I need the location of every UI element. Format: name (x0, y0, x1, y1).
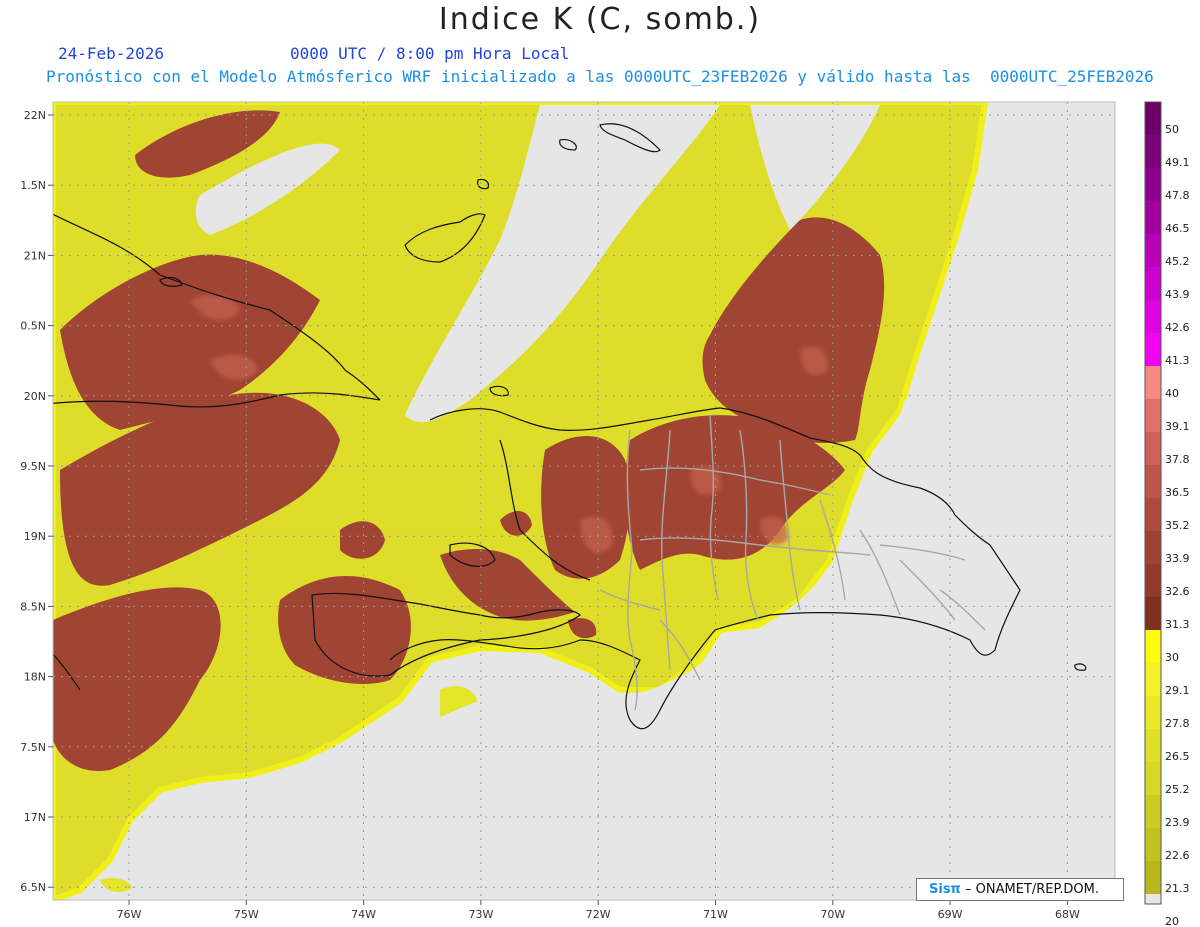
brown-area-haiti-central (541, 436, 631, 579)
colorbar-swatch (1145, 762, 1161, 795)
lon-label: 68W (1055, 908, 1080, 921)
longitude-labels: 76W 75W 74W 73W 72W 71W 70W 69W 68W (117, 900, 1080, 921)
lat-label: 18N (24, 671, 46, 684)
colorbar-swatch (1145, 531, 1161, 564)
colorbar-below-range (1145, 894, 1161, 904)
lat-label: 8.5N (20, 600, 46, 613)
colorbar-swatch (1145, 630, 1161, 663)
colorbar-label: 39.1 (1165, 420, 1190, 433)
lat-label: 17N (24, 811, 46, 824)
colorbar-swatch (1145, 102, 1161, 135)
lat-label: 7.5N (20, 741, 46, 754)
credit-box: Sisπ – ONAMET/REP.DOM. (916, 878, 1124, 901)
lat-label: 22N (24, 109, 46, 122)
credit-separator: – (964, 882, 972, 897)
colorbar-swatch (1145, 795, 1161, 828)
lon-label: 74W (351, 908, 376, 921)
lon-label: 69W (938, 908, 963, 921)
colorbar-label: 20 (1165, 915, 1179, 927)
credit-org: ONAMET/REP.DOM. (975, 882, 1100, 897)
colorbar-swatch (1145, 564, 1161, 597)
colorbar-swatch (1145, 663, 1161, 696)
colorbar-swatch (1145, 861, 1161, 894)
colorbar-swatch (1145, 135, 1161, 168)
lon-label: 75W (234, 908, 259, 921)
colorbar-swatch (1145, 399, 1161, 432)
colorbar-label: 32.6 (1165, 585, 1190, 598)
colorbar-label: 41.3 (1165, 354, 1190, 367)
colorbar-swatch (1145, 696, 1161, 729)
lat-label: 6.5N (20, 881, 46, 894)
lat-label: 19N (24, 530, 46, 543)
lat-label: 0.5N (20, 320, 46, 333)
colorbar-label: 33.9 (1165, 552, 1190, 565)
colorbar-label: 50 (1165, 123, 1179, 136)
colorbar-label: 26.5 (1165, 750, 1190, 763)
lon-label: 73W (468, 908, 493, 921)
colorbar-label: 23.9 (1165, 816, 1190, 829)
lat-label: 1.5N (20, 179, 46, 192)
colorbar-swatch (1145, 729, 1161, 762)
colorbar-swatch (1145, 300, 1161, 333)
color-bar: 50 49.1 47.8 46.5 45.2 43.9 42.6 41.3 40 39.1 37.8… (1144, 101, 1190, 927)
colorbar-label: 36.5 (1165, 486, 1190, 499)
lon-label: 72W (586, 908, 611, 921)
colorbar-label: 29.1 (1165, 684, 1190, 697)
colorbar-label: 45.2 (1165, 255, 1190, 268)
colorbar-label: 25.2 (1165, 783, 1190, 796)
colorbar-swatch (1145, 432, 1161, 465)
colorbar-swatch (1145, 267, 1161, 300)
colorbar-label: 22.6 (1165, 849, 1190, 862)
colorbar-label: 35.2 (1165, 519, 1190, 532)
lat-label: 20N (24, 390, 46, 403)
colorbar-swatch (1145, 366, 1161, 399)
colorbar-swatch (1145, 597, 1161, 630)
colorbar-swatch (1145, 168, 1161, 201)
colorbar-label: 27.8 (1165, 717, 1190, 730)
colorbar-label: 21.3 (1165, 882, 1190, 895)
colorbar-swatch (1145, 201, 1161, 234)
colorbar-label: 49.1 (1165, 156, 1190, 169)
colorbar-label: 37.8 (1165, 453, 1190, 466)
lon-label: 70W (820, 908, 845, 921)
colorbar-label: 40 (1165, 387, 1179, 400)
colorbar-swatch (1145, 234, 1161, 267)
colorbar-swatch (1145, 498, 1161, 531)
colorbar-swatch (1145, 333, 1161, 366)
k-index-map: 22N 1.5N 21N 0.5N 20N 9.5N 19N 8.5N 18N 7.5N 17N 6.… (20, 101, 1190, 927)
lat-label: 9.5N (20, 460, 46, 473)
colorbar-swatch (1145, 828, 1161, 861)
lon-label: 71W (703, 908, 728, 921)
latitude-labels: 22N 1.5N 21N 0.5N 20N 9.5N 19N 8.5N 18N 7.5N 17N 6.… (20, 109, 53, 894)
colorbar-label: 46.5 (1165, 222, 1190, 235)
lon-label: 76W (117, 908, 142, 921)
colorbar-label: 42.6 (1165, 321, 1190, 334)
lat-label: 21N (24, 249, 46, 262)
colorbar-swatch (1145, 465, 1161, 498)
colorbar-label: 30 (1165, 651, 1179, 664)
colorbar-label: 31.3 (1165, 618, 1190, 631)
colorbar-label: 43.9 (1165, 288, 1190, 301)
sispi-logo: Sisπ (929, 882, 961, 897)
colorbar-label: 47.8 (1165, 189, 1190, 202)
